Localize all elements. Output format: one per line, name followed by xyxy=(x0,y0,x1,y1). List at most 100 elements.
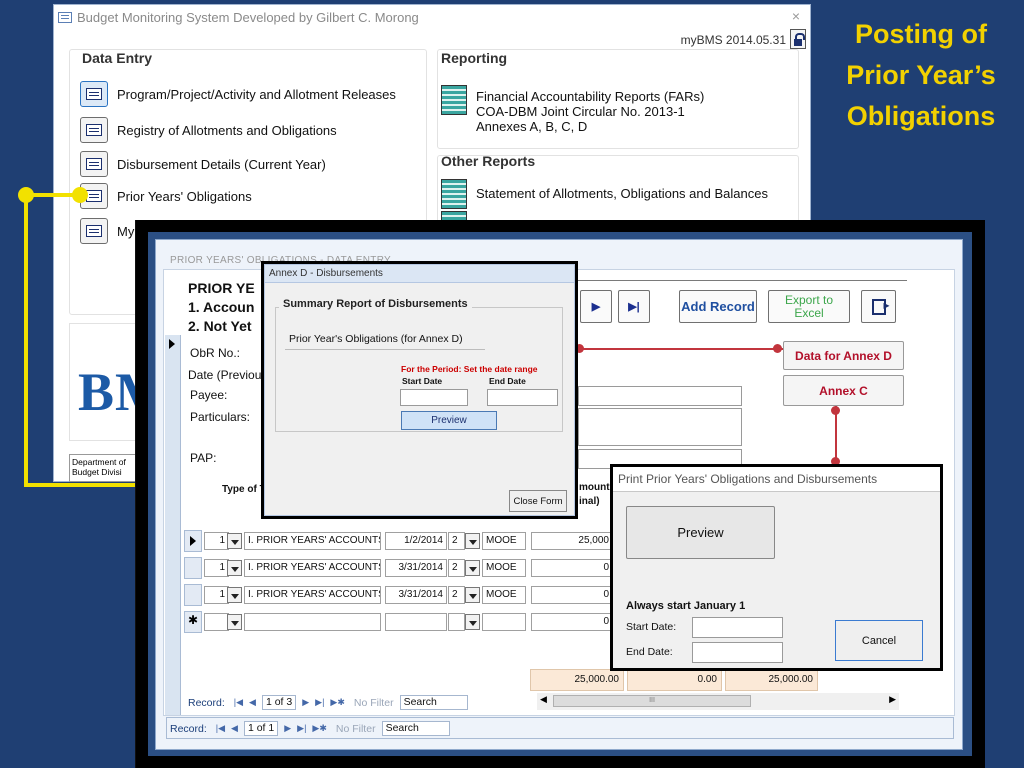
form-icon xyxy=(80,151,108,177)
form-icon xyxy=(80,218,108,244)
chevron-down-icon[interactable] xyxy=(465,533,480,549)
previous-record-icon[interactable]: ◀ xyxy=(249,697,256,708)
window-title: Budget Monitoring System Developed by Gi… xyxy=(77,9,419,25)
first-record-icon[interactable]: |◀ xyxy=(234,697,243,708)
obr-label: ObR No.: xyxy=(190,346,241,360)
chevron-down-icon[interactable] xyxy=(465,614,480,630)
menu-item-ppa-allotment[interactable]: Program/Project/Activity and Allotment R… xyxy=(80,81,396,107)
sub-record-navigator: Record: |◀ ◀ 1 of 3 ▶ ▶| ▶✱ No Filter Se… xyxy=(188,694,468,711)
exit-door-icon xyxy=(871,298,890,315)
lock-icon[interactable] xyxy=(790,29,806,49)
row-selector[interactable] xyxy=(184,584,202,606)
heading-divider xyxy=(577,280,907,281)
total-balance: 25,000.00 xyxy=(725,669,818,691)
summary-group-title: Summary Report of Disbursements xyxy=(279,298,472,310)
amount-column-header-2: inal) xyxy=(579,496,600,507)
other-reports-heading: Other Reports xyxy=(441,153,536,169)
no-filter-button[interactable]: No Filter xyxy=(336,723,376,735)
new-record-icon[interactable]: ▶✱ xyxy=(330,697,344,708)
chevron-down-icon[interactable] xyxy=(227,533,242,549)
annex-d-dialog: Annex D - Disbursements Summary Report o… xyxy=(261,261,578,519)
pap-label: PAP: xyxy=(190,451,217,465)
type-column-header: Type of T xyxy=(222,484,266,495)
record-position-input[interactable]: 1 of 3 xyxy=(261,695,297,710)
particulars-input[interactable] xyxy=(578,408,742,446)
close-form-button[interactable]: Close Form xyxy=(509,490,567,512)
far-report-item[interactable]: Financial Accountability Reports (FARs) … xyxy=(441,83,704,134)
new-row-selector[interactable] xyxy=(184,611,202,633)
end-date-input[interactable] xyxy=(487,389,558,406)
row-selector[interactable] xyxy=(184,557,202,579)
form-icon xyxy=(58,11,72,23)
chevron-down-icon[interactable] xyxy=(227,587,242,603)
saob-report-item[interactable]: Statement of Allotments, Obligations and… xyxy=(441,177,768,209)
start-date-label: Start Date xyxy=(402,376,443,386)
print-end-date-label: End Date: xyxy=(626,646,673,658)
particulars-label: Particulars: xyxy=(190,410,251,424)
no-filter-button[interactable]: No Filter xyxy=(354,697,394,709)
search-input[interactable]: Search xyxy=(399,695,468,710)
payee-label: Payee: xyxy=(190,388,228,402)
annex-c-button[interactable]: Annex C xyxy=(783,375,904,406)
row-selector[interactable] xyxy=(184,530,202,552)
export-to-excel-button[interactable]: Export to Excel xyxy=(768,290,850,323)
print-preview-button[interactable]: Preview xyxy=(626,506,775,559)
slide-title: Posting of Prior Year’s Obligations xyxy=(846,19,996,131)
current-record-icon xyxy=(169,339,175,349)
menu-item-disbursement[interactable]: Disbursement Details (Current Year) xyxy=(80,151,326,177)
data-for-annex-d-button[interactable]: Data for Annex D xyxy=(783,341,904,370)
next-record-icon[interactable]: ▶ xyxy=(284,723,291,734)
menu-item-my[interactable]: My xyxy=(80,218,134,244)
connector-dot xyxy=(18,187,34,203)
chevron-down-icon[interactable] xyxy=(227,560,242,576)
last-record-icon[interactable]: ▶| xyxy=(297,723,306,734)
last-record-button[interactable]: ▶| xyxy=(618,290,650,323)
amount-column-header: mount xyxy=(579,482,610,493)
record-selector[interactable] xyxy=(165,335,181,715)
next-record-icon[interactable]: ▶ xyxy=(302,697,309,708)
chevron-down-icon[interactable] xyxy=(465,560,480,576)
annex-d-dialog-title: Annex D - Disbursements xyxy=(265,265,574,283)
cancel-button[interactable]: Cancel xyxy=(835,620,923,661)
print-dialog: Print Prior Years' Obligations and Disbu… xyxy=(610,464,943,671)
total-disbursed: 0.00 xyxy=(627,669,722,691)
add-record-button[interactable]: Add Record xyxy=(679,290,757,323)
chevron-down-icon[interactable] xyxy=(465,587,480,603)
scroll-thumb[interactable]: III xyxy=(553,695,751,707)
chevron-down-icon[interactable] xyxy=(227,614,242,630)
always-start-note: Always start January 1 xyxy=(626,600,746,612)
print-start-date-input[interactable] xyxy=(692,617,783,638)
close-icon[interactable]: × xyxy=(792,8,800,24)
reporting-heading: Reporting xyxy=(441,50,508,66)
payee-input[interactable] xyxy=(578,386,742,406)
main-titlebar: Budget Monitoring System Developed by Gi… xyxy=(54,5,810,29)
form-heading: PRIOR YE 1. Accoun 2. Not Yet xyxy=(188,280,255,334)
annex-c-connector-dot xyxy=(831,406,840,415)
print-end-date-input[interactable] xyxy=(692,642,783,663)
first-record-icon[interactable]: |◀ xyxy=(216,723,225,734)
search-input[interactable]: Search xyxy=(381,721,450,736)
scroll-right-icon[interactable]: ▶ xyxy=(889,694,896,705)
menu-item-prior-years-obligations[interactable]: Prior Years' Obligations xyxy=(80,183,252,209)
preview-button[interactable]: Preview xyxy=(401,411,497,430)
connector-dot xyxy=(72,187,88,203)
period-note: For the Period: Set the date range xyxy=(401,364,538,374)
exit-button[interactable] xyxy=(861,290,896,323)
report-icon xyxy=(441,85,467,115)
previous-record-icon[interactable]: ◀ xyxy=(231,723,238,734)
horizontal-scrollbar[interactable]: ◀ III ▶ xyxy=(537,693,899,710)
form-icon xyxy=(80,117,108,143)
report-icon xyxy=(441,179,467,209)
data-entry-heading: Data Entry xyxy=(82,50,153,66)
print-start-date-label: Start Date: xyxy=(626,621,677,633)
start-date-input[interactable] xyxy=(400,389,468,406)
record-position-input[interactable]: 1 of 1 xyxy=(243,721,279,736)
print-dialog-title: Print Prior Years' Obligations and Disbu… xyxy=(613,467,940,492)
annex-d-subtitle: Prior Year's Obligations (for Annex D) xyxy=(289,333,463,345)
version-label: myBMS 2014.05.31 xyxy=(680,33,786,47)
last-record-icon[interactable]: ▶| xyxy=(315,697,324,708)
scroll-left-icon[interactable]: ◀ xyxy=(540,694,547,705)
menu-item-registry[interactable]: Registry of Allotments and Obligations xyxy=(80,117,337,143)
next-record-button[interactable]: ▶ xyxy=(580,290,612,323)
new-record-icon[interactable]: ▶✱ xyxy=(312,723,326,734)
